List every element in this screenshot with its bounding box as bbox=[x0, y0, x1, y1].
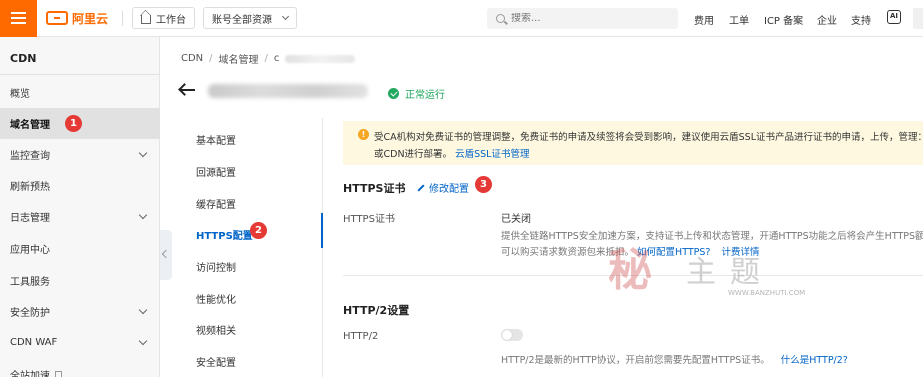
workbench-label: 工作台 bbox=[156, 14, 186, 26]
sidebar-item-label: 全站加速 bbox=[10, 371, 50, 377]
notice-text-prefix: 或CDN进行部署。 bbox=[374, 149, 453, 160]
http2-description: HTTP/2是最新的HTTP协议，开启前您需要先配置HTTPS证书。 什么是HT… bbox=[501, 352, 848, 366]
edit-config-label: 修改配置 bbox=[429, 184, 469, 195]
search-input[interactable] bbox=[511, 13, 661, 24]
http2-description-text: HTTP/2是最新的HTTP协议，开启前您需要先配置HTTPS证书。 bbox=[501, 355, 770, 366]
https-description: 提供全链路HTTPS安全加速方案，支持证书上传和状态管理，开通HTTPS功能之后… bbox=[501, 231, 923, 242]
workbench-button[interactable]: 工作台 bbox=[132, 7, 195, 29]
warning-icon: ! bbox=[358, 129, 369, 140]
logo-text: 阿里云 bbox=[72, 11, 109, 26]
breadcrumb-cdn[interactable]: CDN bbox=[181, 53, 203, 64]
sidebar-item-label: CDN WAF bbox=[10, 337, 58, 348]
config-nav-access-control[interactable]: 访问控制 bbox=[196, 259, 236, 274]
search-icon bbox=[496, 14, 505, 23]
check-circle-icon bbox=[388, 88, 399, 99]
resource-selector[interactable]: 账号全部资源 bbox=[203, 7, 297, 29]
pencil-icon bbox=[417, 183, 425, 192]
sidebar-title: CDN bbox=[10, 52, 37, 65]
https-cert-value: 已关闭 bbox=[501, 214, 531, 225]
sidebar-item-logs[interactable]: 日志管理 bbox=[0, 201, 160, 232]
nav-support[interactable]: 支持 bbox=[851, 12, 871, 27]
divider bbox=[122, 11, 123, 26]
topbar-overflow bbox=[913, 8, 923, 29]
sidebar-item-label: 概览 bbox=[10, 89, 30, 100]
ssl-cert-management-link[interactable]: 云盾SSL证书管理 bbox=[455, 149, 529, 160]
chevron-down-icon bbox=[138, 305, 148, 315]
active-tab-indicator bbox=[321, 213, 323, 248]
resource-label: 账号全部资源 bbox=[212, 14, 272, 26]
sidebar-item-dcdn[interactable]: 全站加速 bbox=[0, 359, 160, 377]
config-nav-basic[interactable]: 基本配置 bbox=[196, 132, 236, 147]
chevron-down-icon bbox=[138, 148, 148, 158]
edit-config-button[interactable]: 修改配置 bbox=[417, 180, 469, 195]
back-arrow-icon[interactable] bbox=[179, 84, 195, 96]
chevron-down-icon bbox=[138, 336, 148, 346]
config-nav-cache[interactable]: 缓存配置 bbox=[196, 196, 236, 211]
nav-icp[interactable]: ICP 备案 bbox=[764, 12, 803, 27]
status-indicator: 正常运行 bbox=[388, 86, 445, 101]
sidebar-item-label: 工具服务 bbox=[10, 277, 50, 288]
sidebar-item-label: 刷新预热 bbox=[10, 182, 50, 193]
nav-billing[interactable]: 费用 bbox=[694, 12, 714, 27]
sidebar-item-cdn-waf[interactable]: CDN WAF bbox=[0, 327, 160, 358]
nav-tickets[interactable]: 工单 bbox=[729, 12, 749, 27]
config-nav-security[interactable]: 安全配置 bbox=[196, 354, 236, 369]
sidebar-item-security[interactable]: 安全防护 bbox=[0, 296, 160, 327]
http2-label: HTTP/2 bbox=[343, 331, 379, 342]
aliyun-logo[interactable]: 阿里云 bbox=[46, 9, 108, 27]
http2-section-title: HTTP/2设置 bbox=[343, 304, 410, 317]
sidebar-item-label: 应用中心 bbox=[10, 245, 50, 256]
sidebar-item-label: 安全防护 bbox=[10, 308, 50, 319]
divider bbox=[0, 74, 160, 75]
sidebar-item-label: 日志管理 bbox=[10, 213, 50, 224]
step-badge-1: 1 bbox=[65, 115, 82, 132]
sidebar-collapse-handle[interactable] bbox=[160, 230, 172, 280]
sidebar-item-app-center[interactable]: 应用中心 bbox=[0, 233, 160, 264]
breadcrumb-separator: / bbox=[264, 53, 268, 64]
sidebar-item-label: 监控查询 bbox=[10, 151, 50, 162]
config-nav-video[interactable]: 视频相关 bbox=[196, 322, 236, 337]
notice-banner: ! 受CA机构对免费证书的管理调整，免费证书的申请及续签将会受到影响，建议使用云… bbox=[343, 121, 923, 165]
chevron-down-icon bbox=[281, 12, 290, 21]
what-is-http2-link[interactable]: 什么是HTTP/2? bbox=[781, 355, 848, 366]
aliyun-logo-mark bbox=[46, 11, 68, 25]
config-nav-performance[interactable]: 性能优化 bbox=[196, 291, 236, 306]
step-badge-3: 3 bbox=[475, 176, 492, 193]
config-nav-https[interactable]: HTTPS配置 bbox=[196, 227, 253, 242]
top-bar: 阿里云 工作台 账号全部资源 费用 工单 ICP 备案 企业 支持 AI bbox=[0, 0, 923, 37]
sidebar-item-tools[interactable]: 工具服务 bbox=[0, 265, 160, 296]
breadcrumb-separator: / bbox=[209, 53, 213, 64]
breadcrumb-current: c bbox=[273, 53, 280, 64]
watermark-text: 主题 bbox=[686, 255, 774, 290]
https-cert-label: HTTPS证书 bbox=[343, 214, 395, 225]
nav-enterprise[interactable]: 企业 bbox=[817, 12, 837, 27]
config-nav-origin[interactable]: 回源配置 bbox=[196, 164, 236, 179]
https-section-title: HTTPS证书 bbox=[343, 182, 406, 195]
status-text: 正常运行 bbox=[405, 90, 445, 101]
sidebar: CDN 概览 域名管理 监控查询 刷新预热 日志管理 应用中心 工具服务 安全防… bbox=[0, 37, 160, 377]
step-badge-2: 2 bbox=[250, 222, 267, 239]
sidebar-item-label: 域名管理 bbox=[10, 120, 50, 131]
notice-text: 受CA机构对免费证书的管理调整，免费证书的申请及续签将会受到影响，建议使用云盾S… bbox=[374, 132, 923, 143]
sidebar-item-monitoring[interactable]: 监控查询 bbox=[0, 139, 160, 170]
sidebar-item-overview[interactable]: 概览 bbox=[0, 77, 160, 108]
http2-toggle[interactable] bbox=[501, 329, 523, 341]
sidebar-item-refresh[interactable]: 刷新预热 bbox=[0, 170, 160, 201]
search-box[interactable] bbox=[487, 8, 678, 29]
redacted-domain-title bbox=[208, 84, 368, 98]
watermark: 秘 主题 WWW.BANZHUTI.COM bbox=[608, 243, 830, 303]
notice-text-2: 或CDN进行部署。 云盾SSL证书管理 bbox=[374, 146, 529, 160]
menu-icon[interactable] bbox=[0, 0, 37, 37]
breadcrumb-domain-management[interactable]: 域名管理 bbox=[219, 51, 259, 66]
home-icon bbox=[141, 15, 151, 24]
ai-assistant-icon[interactable]: AI bbox=[887, 10, 901, 24]
redacted-domain bbox=[285, 54, 356, 63]
breadcrumb: CDN / 域名管理 / c bbox=[181, 51, 356, 66]
watermark-seal: 秘 bbox=[608, 245, 652, 296]
external-link-icon bbox=[55, 371, 62, 377]
chevron-down-icon bbox=[138, 210, 148, 220]
watermark-url: WWW.BANZHUTI.COM bbox=[728, 289, 806, 297]
